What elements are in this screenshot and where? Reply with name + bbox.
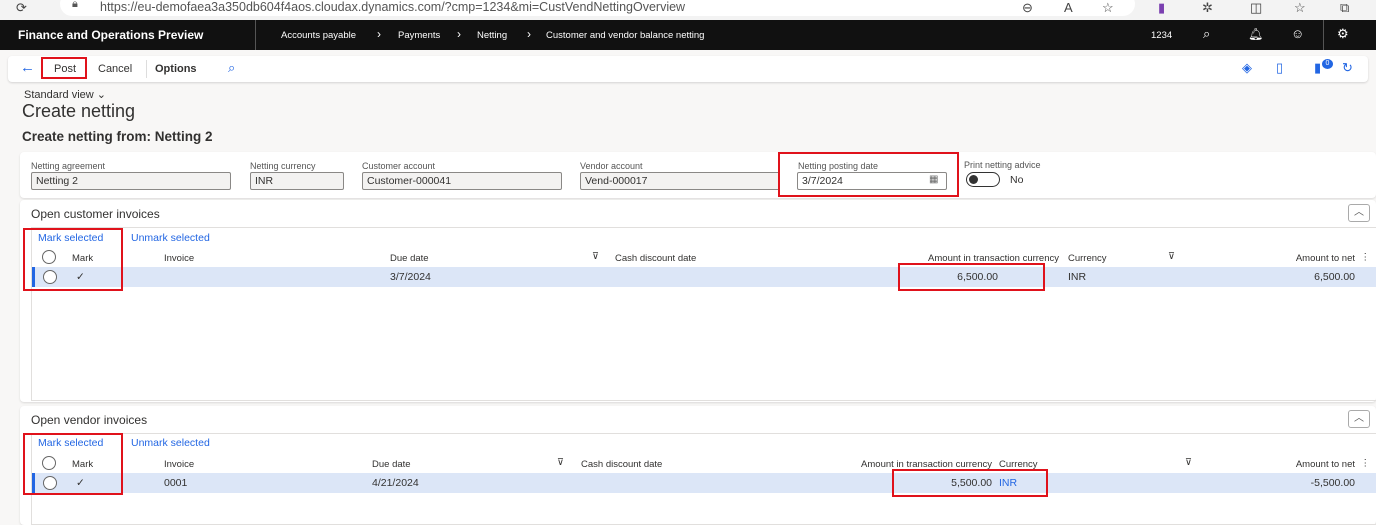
extension-icon[interactable]: ▮ bbox=[1158, 0, 1165, 16]
read-aloud-icon[interactable]: A bbox=[1064, 0, 1073, 15]
breadcrumb-payments[interactable]: Payments bbox=[398, 30, 440, 41]
highlight-customer-amount bbox=[898, 263, 1045, 291]
col-cash-discount-date[interactable]: Cash discount date bbox=[581, 459, 662, 470]
cell-due-date: 4/21/2024 bbox=[372, 477, 419, 489]
col-invoice[interactable]: Invoice bbox=[164, 459, 194, 470]
netting-agreement-field[interactable]: Netting 2 bbox=[31, 172, 231, 190]
favorite-icon[interactable]: ☆ bbox=[1102, 0, 1114, 16]
highlight-post bbox=[41, 57, 87, 79]
col-amount-to-net[interactable]: Amount to net bbox=[1296, 253, 1355, 264]
chevron-down-icon: ⌄ bbox=[96, 89, 106, 101]
highlight-vendor-amount bbox=[892, 469, 1048, 497]
breadcrumb-balance-netting[interactable]: Customer and vendor balance netting bbox=[546, 30, 704, 41]
col-due-date[interactable]: Due date bbox=[372, 459, 411, 470]
print-advice-toggle[interactable] bbox=[966, 172, 1000, 187]
app-title[interactable]: Finance and Operations Preview bbox=[18, 28, 203, 42]
notification-badge: 0 bbox=[1322, 59, 1333, 69]
company-picker[interactable]: 1234 bbox=[1151, 30, 1172, 41]
breadcrumb-netting[interactable]: Netting bbox=[477, 30, 507, 41]
filter-icon[interactable]: ⊽ bbox=[1168, 251, 1175, 262]
table-row[interactable]: ✓ 0001 4/21/2024 5,500.00 INR -5,500.00 bbox=[32, 473, 1376, 493]
section-title[interactable]: Open customer invoices bbox=[31, 207, 160, 221]
more-options-icon[interactable]: ⋮ bbox=[1361, 458, 1371, 469]
office-icon[interactable]: ▯ bbox=[1276, 60, 1283, 76]
cell-invoice: 0001 bbox=[164, 477, 188, 489]
extensions-icon[interactable]: ✲ bbox=[1202, 0, 1213, 16]
netting-currency-field[interactable]: INR bbox=[250, 172, 344, 190]
lock-icon: 🔒︎ bbox=[72, 0, 78, 10]
col-invoice[interactable]: Invoice bbox=[164, 253, 194, 264]
unmark-selected-link[interactable]: Unmark selected bbox=[131, 232, 210, 244]
highlight-customer-mark bbox=[23, 228, 123, 291]
feedback-smiley-icon[interactable]: ☺ bbox=[1291, 26, 1304, 41]
view-label: Standard view bbox=[24, 89, 94, 101]
highlight-posting-date bbox=[778, 152, 959, 197]
collections-icon[interactable]: ⧉ bbox=[1340, 0, 1349, 16]
chevron-right-icon: › bbox=[457, 27, 461, 41]
options-button[interactable]: Options bbox=[155, 63, 197, 75]
favorites-icon[interactable]: ☆ bbox=[1294, 0, 1306, 16]
more-options-icon[interactable]: ⋮ bbox=[1361, 252, 1371, 263]
zoom-out-icon[interactable]: ⊖ bbox=[1022, 0, 1033, 16]
page-title: Create netting bbox=[22, 101, 136, 121]
top-nav-bar: Finance and Operations Preview Accounts … bbox=[0, 20, 1376, 50]
agreement-label: Netting agreement bbox=[31, 161, 106, 171]
search-icon[interactable]: ⌕ bbox=[1203, 26, 1210, 42]
messages-icon[interactable]: ▮ bbox=[1314, 60, 1321, 76]
table-row[interactable]: ✓ 3/7/2024 6,500.00 INR 6,500.00 bbox=[32, 267, 1376, 287]
vendor-account-label: Vendor account bbox=[580, 161, 643, 171]
cancel-button[interactable]: Cancel bbox=[98, 63, 132, 75]
col-amount-to-net[interactable]: Amount to net bbox=[1296, 459, 1355, 470]
unmark-selected-link[interactable]: Unmark selected bbox=[131, 437, 210, 449]
collapse-button[interactable]: ︿ bbox=[1348, 410, 1370, 428]
chevron-right-icon: › bbox=[377, 27, 381, 41]
page-subtitle: Create netting from: Netting 2 bbox=[22, 129, 213, 144]
power-apps-icon[interactable]: ◈ bbox=[1242, 60, 1252, 76]
vendor-account-field[interactable]: Vend-000017 bbox=[580, 172, 780, 190]
col-cash-discount-date[interactable]: Cash discount date bbox=[615, 253, 696, 264]
filter-icon[interactable]: ⊽ bbox=[1185, 457, 1192, 468]
cell-amount-to-net: 6,500.00 bbox=[1314, 271, 1355, 283]
bell-icon[interactable]: 🔔︎ bbox=[1248, 27, 1263, 41]
search-icon[interactable]: ⌕ bbox=[228, 60, 235, 76]
chevron-right-icon: › bbox=[527, 27, 531, 41]
cell-amount-to-net: -5,500.00 bbox=[1310, 477, 1355, 489]
breadcrumb-accounts-payable[interactable]: Accounts payable bbox=[281, 30, 356, 41]
col-currency[interactable]: Currency bbox=[1068, 253, 1107, 264]
section-title[interactable]: Open vendor invoices bbox=[31, 413, 147, 427]
url-text: https://eu-demofaea3a350db604f4aos.cloud… bbox=[100, 0, 686, 14]
customer-account-label: Customer account bbox=[362, 161, 436, 171]
split-screen-icon[interactable]: ◫ bbox=[1250, 0, 1262, 16]
netting-fields-card: Netting agreement Netting 2 Netting curr… bbox=[20, 152, 1376, 198]
col-due-date[interactable]: Due date bbox=[390, 253, 429, 264]
refresh-icon[interactable]: ↻ bbox=[1342, 60, 1353, 76]
browser-bar: ⟳ 🔒︎ https://eu-demofaea3a350db604f4aos.… bbox=[0, 0, 1376, 20]
print-advice-value: No bbox=[1010, 174, 1024, 186]
customer-invoices-section: Open customer invoices ︿ Mark selected U… bbox=[20, 200, 1376, 402]
currency-label: Netting currency bbox=[250, 161, 316, 171]
print-advice-label: Print netting advice bbox=[964, 160, 1041, 170]
vendor-invoices-section: Open vendor invoices ︿ Mark selected Unm… bbox=[20, 406, 1376, 525]
customer-account-field[interactable]: Customer-000041 bbox=[362, 172, 562, 190]
gear-icon[interactable]: ⚙ bbox=[1337, 26, 1349, 42]
filter-icon[interactable]: ⊽ bbox=[592, 251, 599, 262]
highlight-vendor-mark bbox=[23, 433, 123, 495]
filter-icon[interactable]: ⊽ bbox=[557, 457, 564, 468]
address-bar[interactable]: 🔒︎ https://eu-demofaea3a350db604f4aos.cl… bbox=[60, 0, 1135, 16]
refresh-icon[interactable]: ⟳ bbox=[16, 0, 27, 16]
collapse-button[interactable]: ︿ bbox=[1348, 204, 1370, 222]
cell-due-date: 3/7/2024 bbox=[390, 271, 431, 283]
action-pane: ← Post Cancel Options ⌕ ◈ ▯ ▮ 0 ↻ bbox=[8, 56, 1368, 82]
view-selector[interactable]: Standard view ⌄ bbox=[24, 88, 106, 101]
back-arrow-icon[interactable]: ← bbox=[20, 59, 35, 76]
cell-currency: INR bbox=[1068, 271, 1087, 283]
